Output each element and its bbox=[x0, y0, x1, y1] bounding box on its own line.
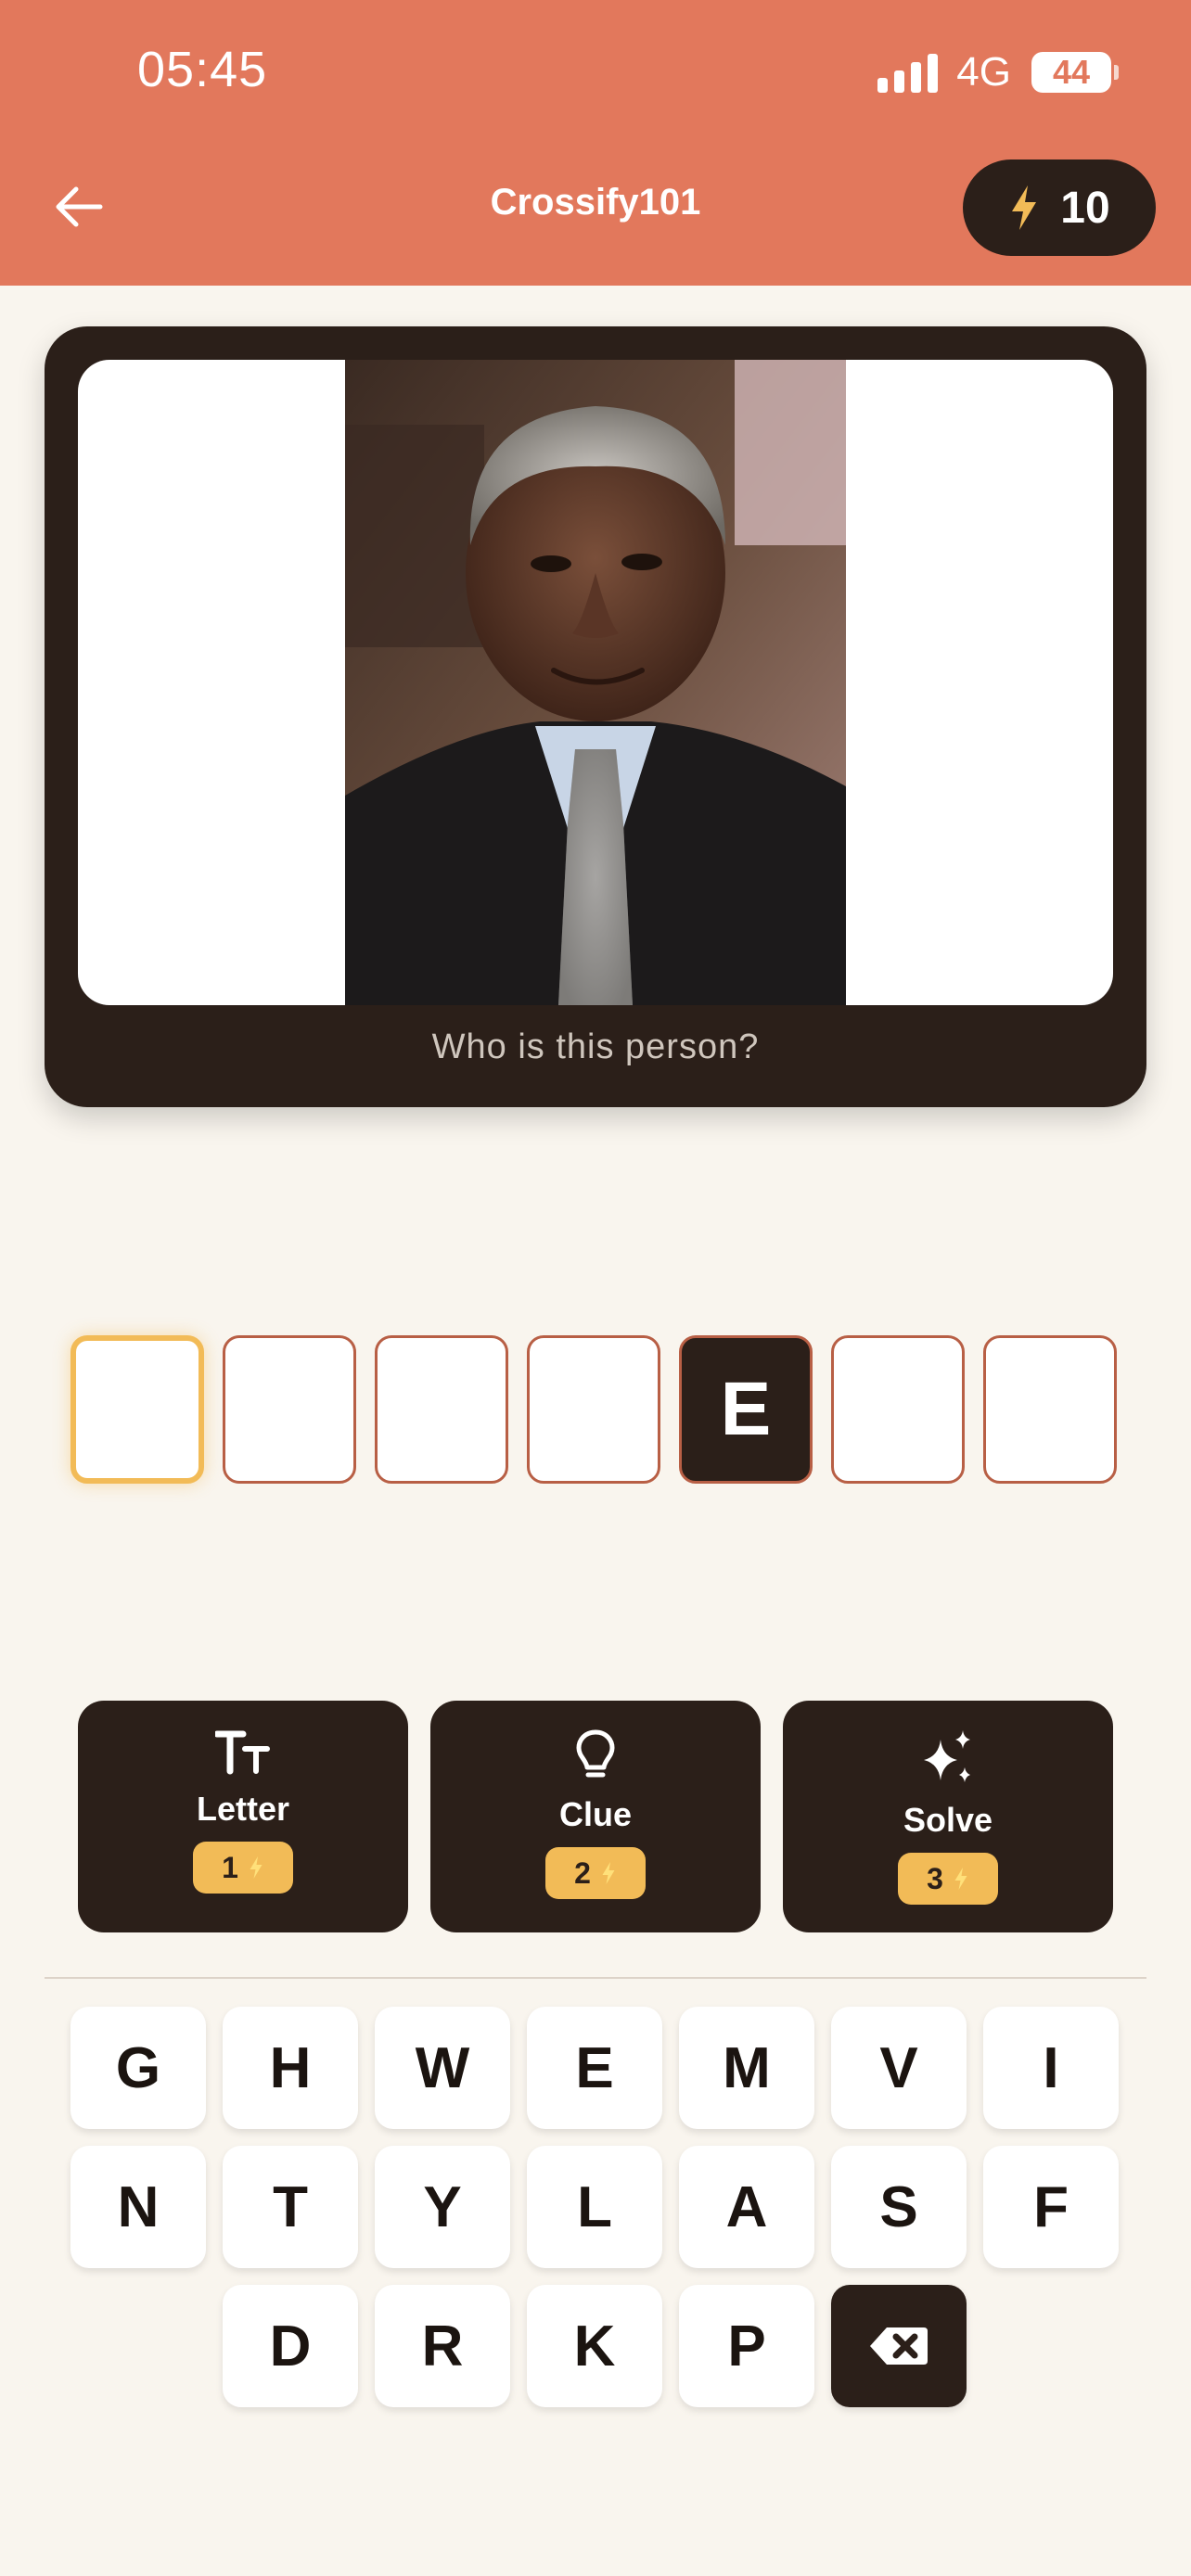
energy-count: 10 bbox=[1060, 183, 1110, 233]
letter-key[interactable]: Y bbox=[375, 2146, 510, 2268]
letter-key[interactable]: L bbox=[527, 2146, 662, 2268]
powerup-cost-badge: 2 bbox=[545, 1847, 646, 1899]
letter-key[interactable]: S bbox=[831, 2146, 967, 2268]
puzzle-card: Who is this person? bbox=[45, 326, 1146, 1107]
lightbulb-icon bbox=[576, 1729, 615, 1778]
backspace-key[interactable] bbox=[831, 2285, 967, 2407]
letter-key[interactable]: T bbox=[223, 2146, 358, 2268]
signal-icon bbox=[877, 52, 939, 93]
network-type: 4G bbox=[956, 49, 1011, 95]
lightning-icon bbox=[602, 1862, 615, 1884]
answer-slot[interactable] bbox=[375, 1335, 508, 1484]
powerup-cost: 1 bbox=[222, 1850, 238, 1884]
answer-slot-revealed[interactable]: E bbox=[679, 1335, 813, 1484]
puzzle-image-frame bbox=[78, 360, 1113, 1005]
lightning-icon bbox=[1012, 185, 1037, 230]
backspace-icon bbox=[870, 2327, 928, 2365]
battery-icon: 44 bbox=[1031, 52, 1119, 93]
letter-key[interactable]: V bbox=[831, 2007, 967, 2129]
answer-slot[interactable] bbox=[831, 1335, 965, 1484]
portrait-image bbox=[345, 360, 846, 1005]
letter-powerup-button[interactable]: Letter 1 bbox=[78, 1701, 408, 1932]
letter-key[interactable]: R bbox=[375, 2285, 510, 2407]
letter-key[interactable]: I bbox=[983, 2007, 1119, 2129]
letter-key[interactable]: E bbox=[527, 2007, 662, 2129]
powerup-label: Solve bbox=[903, 1801, 993, 1839]
status-time: 05:45 bbox=[137, 42, 268, 97]
letter-key[interactable]: P bbox=[679, 2285, 814, 2407]
app-header: 05:45 4G 44 Crossify101 10 bbox=[0, 0, 1191, 286]
divider bbox=[45, 1977, 1146, 1979]
letter-key[interactable]: G bbox=[70, 2007, 206, 2129]
powerup-bar: Letter 1 Clue 2 Solve 3 bbox=[78, 1701, 1113, 1932]
answer-slot[interactable] bbox=[983, 1335, 1117, 1484]
status-indicators: 4G 44 bbox=[877, 46, 1119, 98]
letter-key[interactable]: W bbox=[375, 2007, 510, 2129]
puzzle-question: Who is this person? bbox=[431, 1027, 760, 1066]
solve-powerup-button[interactable]: Solve 3 bbox=[783, 1701, 1113, 1932]
powerup-cost-badge: 3 bbox=[898, 1853, 998, 1905]
sparkles-icon bbox=[924, 1730, 970, 1782]
keyboard-row-3: D R K P bbox=[223, 2285, 967, 2407]
letter-key[interactable]: M bbox=[679, 2007, 814, 2129]
letter-key[interactable]: H bbox=[223, 2007, 358, 2129]
powerup-label: Letter bbox=[196, 1790, 290, 1828]
energy-counter[interactable]: 10 bbox=[963, 159, 1156, 256]
answer-slot[interactable] bbox=[70, 1335, 204, 1484]
lightning-icon bbox=[954, 1868, 967, 1890]
letter-key[interactable]: F bbox=[983, 2146, 1119, 2268]
powerup-cost: 2 bbox=[574, 1855, 591, 1890]
lightning-icon bbox=[250, 1856, 263, 1879]
answer-slot[interactable] bbox=[223, 1335, 356, 1484]
letter-key[interactable]: D bbox=[223, 2285, 358, 2407]
letter-key[interactable]: K bbox=[527, 2285, 662, 2407]
text-size-icon bbox=[215, 1730, 270, 1775]
answer-slots: E bbox=[70, 1335, 1117, 1484]
powerup-cost: 3 bbox=[927, 1861, 943, 1895]
answer-slot[interactable] bbox=[527, 1335, 660, 1484]
clue-powerup-button[interactable]: Clue 2 bbox=[430, 1701, 761, 1932]
powerup-cost-badge: 1 bbox=[193, 1842, 293, 1894]
keyboard-row-2: N T Y L A S F bbox=[70, 2146, 1119, 2268]
letter-key[interactable]: N bbox=[70, 2146, 206, 2268]
keyboard-row-1: G H W E M V I bbox=[70, 2007, 1119, 2129]
powerup-label: Clue bbox=[558, 1795, 632, 1833]
letter-key[interactable]: A bbox=[679, 2146, 814, 2268]
